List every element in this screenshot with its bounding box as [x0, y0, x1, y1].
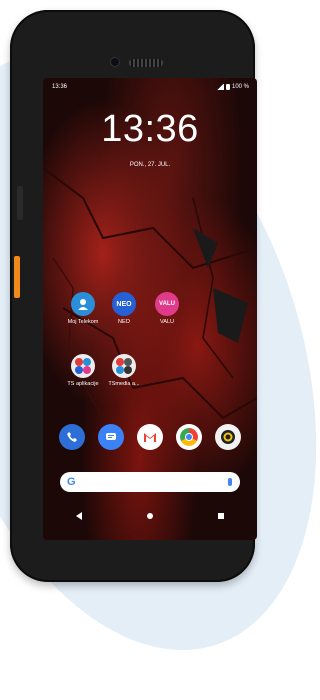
- side-button-top: [17, 186, 23, 220]
- gmail-icon[interactable]: [137, 424, 163, 450]
- lock-clock: 13:36: [101, 108, 199, 150]
- google-search-bar[interactable]: G: [60, 472, 240, 492]
- folder-label: TS aplikacije: [67, 381, 99, 387]
- messages-icon[interactable]: [98, 424, 124, 450]
- back-icon[interactable]: [75, 512, 82, 520]
- folder-tsmedia[interactable]: TSmedia a...: [103, 354, 145, 387]
- app-valu[interactable]: VALU VALU: [146, 292, 188, 325]
- earpiece-speaker: [129, 59, 163, 67]
- home-icon[interactable]: [146, 513, 153, 519]
- phone-icon[interactable]: [59, 424, 85, 450]
- recent-apps-icon[interactable]: [218, 513, 225, 519]
- camera-icon[interactable]: [215, 424, 241, 450]
- valu-icon: VALU: [155, 292, 179, 316]
- phone-screen: 13:36 100 % 13:36 PON., 27. JUL. Moj Tel…: [43, 78, 257, 540]
- person-icon: [71, 292, 95, 316]
- front-camera: [111, 58, 119, 66]
- status-bar: 13:36 100 %: [43, 84, 257, 94]
- chrome-icon[interactable]: [176, 424, 202, 450]
- status-icons: 100 %: [215, 84, 249, 90]
- app-dock: [43, 424, 257, 456]
- google-logo-icon: G: [67, 476, 76, 488]
- folder-icon: [112, 354, 136, 378]
- folder-ts-aplikacije[interactable]: TS aplikacije: [62, 354, 104, 387]
- neo-icon: NEO: [112, 292, 136, 316]
- battery-icon: [225, 84, 230, 90]
- app-label: VALU: [160, 319, 174, 325]
- signal-icon: [215, 84, 224, 90]
- folder-icon: [71, 354, 95, 378]
- app-label: NEO: [118, 319, 130, 325]
- programmable-side-button[interactable]: [14, 256, 20, 298]
- microphone-icon[interactable]: [228, 478, 232, 486]
- navigation-bar: [43, 508, 257, 524]
- app-label: Moj Telekom: [67, 319, 99, 325]
- app-neo[interactable]: NEO NEO: [103, 292, 145, 325]
- lock-date: PON., 27. JUL.: [129, 162, 171, 168]
- app-moj-telekom[interactable]: Moj Telekom: [62, 292, 104, 325]
- battery-percent: 100 %: [231, 84, 249, 90]
- status-time: 13:36: [52, 84, 68, 90]
- phone-device: 13:36 100 % 13:36 PON., 27. JUL. Moj Tel…: [10, 10, 257, 582]
- folder-label: TSmedia a...: [108, 381, 140, 387]
